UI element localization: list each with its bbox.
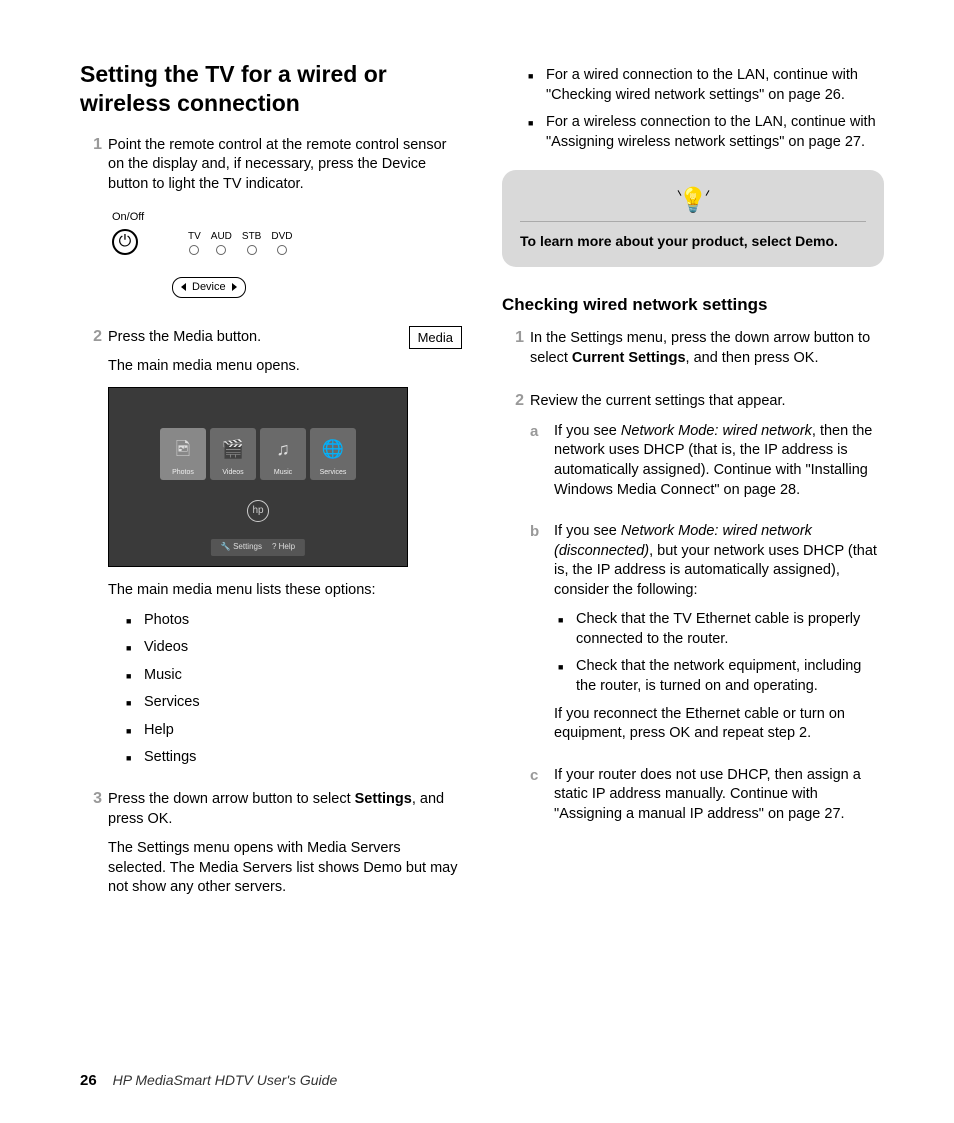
step-3-b: The Settings menu opens with Media Serve… — [108, 839, 462, 898]
a-pre: If you see — [554, 423, 621, 439]
step-2-b: The main media menu opens. — [108, 357, 462, 377]
tile-services: 🌐 Services — [310, 428, 356, 480]
divider — [520, 221, 866, 222]
tip-box: 💡 To learn more about your product, sele… — [502, 170, 884, 267]
src-dvd: DVD — [271, 230, 292, 244]
c1-post: , and then press OK. — [686, 350, 819, 366]
a-ital: Network Mode: wired network — [621, 423, 812, 439]
alpha-a: a — [530, 422, 548, 510]
src-dot — [216, 245, 226, 255]
tip-text: To learn more about your product, select… — [520, 232, 866, 251]
alpha-c-text: If your router does not use DHCP, then a… — [554, 766, 884, 825]
tile-label: Videos — [222, 468, 243, 477]
alpha-b-text: If you see Network Mode: wired network (… — [554, 522, 884, 600]
media-option: Photos — [126, 611, 462, 631]
sub-bullet-2: Check that the network equipment, includ… — [558, 657, 884, 696]
remote-illustration: On/Off ⏻ TV AUD STB DVD — [112, 210, 462, 298]
src-dot — [247, 245, 257, 255]
step-number-3: 3 — [80, 790, 102, 908]
page-number: 26 — [80, 1072, 97, 1089]
step-number-2: 2 — [80, 328, 102, 776]
alpha-b: b — [530, 522, 548, 754]
step-2-c: The main media menu lists these options: — [108, 581, 462, 601]
alpha-c: c — [530, 766, 548, 835]
media-options-list: Photos Videos Music Services Help Settin… — [126, 611, 462, 768]
remote-onoff-label: On/Off — [112, 210, 462, 225]
tile-photos: 🖻 Photos — [160, 428, 206, 480]
page-footer: 26 HP MediaSmart HDTV User's Guide — [80, 1072, 337, 1089]
media-option: Help — [126, 721, 462, 741]
step-1-text: Point the remote control at the remote c… — [108, 136, 462, 195]
tile-label: Photos — [172, 468, 194, 477]
tile-label: Services — [320, 468, 347, 477]
step-2-a: Press the Media button. — [108, 329, 261, 345]
videos-icon: 🎬 — [222, 437, 244, 461]
hp-logo-icon: hp — [247, 500, 269, 522]
step-number-1: 1 — [80, 136, 102, 314]
footer-title: HP MediaSmart HDTV User's Guide — [113, 1072, 338, 1088]
tv-settings-label: 🔧 Settings — [221, 542, 262, 553]
step3-bold: Settings — [355, 791, 412, 807]
media-menu-screenshot: 🖻 Photos 🎬 Videos ♫ Music 🌐 Services hp 🔧 Se… — [108, 387, 408, 567]
tv-help-label: ? Help — [272, 542, 295, 553]
src-tv: TV — [188, 230, 201, 244]
music-icon: ♫ — [276, 437, 290, 461]
page-title: Setting the TV for a wired or wireless c… — [80, 60, 462, 118]
tv-bottom-bar: 🔧 Settings ? Help — [211, 539, 305, 556]
src-dot — [277, 245, 287, 255]
chevron-right-icon — [232, 283, 237, 291]
right-column: For a wired connection to the LAN, conti… — [502, 60, 884, 1030]
globe-icon: 🌐 — [322, 437, 344, 461]
media-button-illustration: Media — [409, 326, 462, 350]
media-option: Music — [126, 666, 462, 686]
media-option: Settings — [126, 748, 462, 768]
src-dot — [189, 245, 199, 255]
left-column: Setting the TV for a wired or wireless c… — [80, 60, 462, 1030]
lightbulb-icon: 💡 — [520, 186, 866, 215]
media-option: Videos — [126, 638, 462, 658]
right-bullet-2: For a wireless connection to the LAN, co… — [528, 113, 884, 152]
device-label: Device — [192, 280, 226, 295]
b-pre: If you see — [554, 523, 621, 539]
check-step-1-num: 1 — [502, 329, 524, 378]
sub-bullet-1: Check that the TV Ethernet cable is prop… — [558, 610, 884, 649]
check-step-2-num: 2 — [502, 392, 524, 846]
alpha-b-after: If you reconnect the Ethernet cable or t… — [554, 705, 884, 744]
src-aud: AUD — [211, 230, 232, 244]
step3-pre: Press the down arrow button to select — [108, 791, 355, 807]
chevron-left-icon — [181, 283, 186, 291]
tile-videos: 🎬 Videos — [210, 428, 256, 480]
media-option: Services — [126, 693, 462, 713]
step-3-a: Press the down arrow button to select Se… — [108, 790, 462, 829]
right-bullet-1: For a wired connection to the LAN, conti… — [528, 66, 884, 105]
power-icon: ⏻ — [112, 229, 138, 255]
device-button-illustration: Device — [172, 277, 246, 298]
tile-label: Music — [274, 468, 292, 477]
section-heading: Checking wired network settings — [502, 295, 884, 315]
step-2-text: Press the Media button. Media — [108, 328, 462, 348]
check-step-2: Review the current settings that appear. — [530, 392, 884, 412]
photos-icon: 🖻 — [176, 437, 190, 461]
tile-music: ♫ Music — [260, 428, 306, 480]
settings-text: Settings — [233, 542, 262, 551]
alpha-a-text: If you see Network Mode: wired network, … — [554, 422, 884, 500]
check-step-1: In the Settings menu, press the down arr… — [530, 329, 884, 368]
src-stb: STB — [242, 230, 261, 244]
c1-bold: Current Settings — [572, 350, 686, 366]
